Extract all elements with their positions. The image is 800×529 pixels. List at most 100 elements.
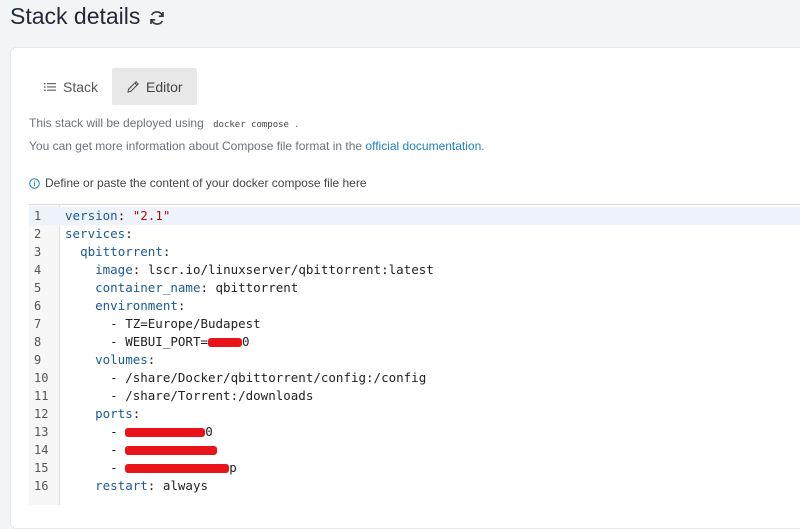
- code-line[interactable]: 6 environment:: [29, 297, 800, 315]
- yaml-separator: :: [132, 262, 148, 277]
- redaction-mark: [208, 338, 242, 347]
- code-text: image: lscr.io/linuxserver/qbittorrent:l…: [65, 261, 434, 279]
- yaml-separator: :: [147, 352, 156, 367]
- line-number: 3: [34, 245, 42, 259]
- code-line[interactable]: 1 version: "2.1": [29, 207, 800, 225]
- code-line[interactable]: 10 - /share/Docker/qbittorrent/config:/c…: [29, 369, 800, 387]
- yaml-value: -: [110, 424, 126, 439]
- code-line[interactable]: 15 - p: [29, 459, 800, 477]
- yaml-key: environment: [95, 298, 178, 313]
- official-documentation-link[interactable]: official documentation: [365, 139, 481, 153]
- code-text: - p: [65, 459, 237, 477]
- yaml-value: - TZ=Europe/Budapest: [110, 316, 261, 331]
- code-line[interactable]: 13 - 0: [29, 423, 800, 441]
- code-line[interactable]: 5 container_name: qbittorrent: [29, 279, 800, 297]
- yaml-value-tail: p: [229, 460, 237, 475]
- redaction-mark: [125, 446, 218, 455]
- code-text: version: "2.1": [65, 207, 170, 225]
- line-number: 7: [34, 317, 42, 331]
- refresh-icon[interactable]: [148, 9, 166, 27]
- yaml-value: lscr.io/linuxserver/qbittorrent:latest: [147, 262, 434, 277]
- stack-tabs: Stack Editor: [29, 68, 197, 105]
- info-circle-icon: [29, 177, 40, 189]
- yaml-string: "2.1": [132, 208, 171, 223]
- yaml-value: -: [110, 442, 126, 457]
- yaml-value: -: [110, 460, 126, 475]
- code-line[interactable]: 12 ports:: [29, 405, 800, 423]
- yaml-value-tail: 0: [242, 334, 250, 349]
- code-text: ports:: [65, 405, 140, 423]
- code-line[interactable]: 7 - TZ=Europe/Budapest: [29, 315, 800, 333]
- code-line[interactable]: 9 volumes:: [29, 351, 800, 369]
- list-icon: [43, 80, 57, 94]
- line-number: 2: [34, 227, 42, 241]
- line-number: 9: [34, 353, 42, 367]
- tab-stack-label: Stack: [63, 78, 99, 95]
- compose-editor[interactable]: 1 version: "2.1" 2 services: 3 qbittorrent: 4…: [29, 204, 800, 505]
- yaml-value: always: [162, 478, 209, 493]
- editor-hint-text: Define or paste the content of your dock…: [45, 176, 367, 190]
- deploy-info-prefix: This stack will be deployed using: [29, 116, 204, 130]
- line-number: 11: [34, 389, 49, 403]
- tab-stack[interactable]: Stack: [29, 68, 112, 105]
- page-title: Stack details: [10, 2, 141, 29]
- line-number: 16: [34, 479, 49, 493]
- editor-hint: Define or paste the content of your dock…: [29, 176, 367, 190]
- line-number: 10: [34, 371, 49, 385]
- line-number: 15: [34, 461, 49, 475]
- yaml-separator: :: [117, 208, 133, 223]
- deploy-info-suffix: .: [294, 116, 299, 130]
- code-text: - WEBUI_PORT= 0: [65, 333, 250, 351]
- code-line[interactable]: 11 - /share/Torrent:/downloads: [29, 387, 800, 405]
- yaml-separator: :: [177, 298, 186, 313]
- code-line[interactable]: 14 -: [29, 441, 800, 459]
- yaml-separator: :: [125, 226, 133, 241]
- tab-editor-label: Editor: [146, 78, 183, 95]
- code-text: container_name: qbittorrent: [65, 279, 298, 297]
- yaml-key: volumes: [95, 352, 148, 367]
- yaml-key: qbittorrent: [80, 244, 163, 259]
- code-text: environment:: [65, 297, 185, 315]
- line-number: 8: [34, 335, 42, 349]
- line-number: 14: [34, 443, 49, 457]
- line-number: 13: [34, 425, 49, 439]
- yaml-separator: :: [147, 478, 163, 493]
- code-text: services:: [65, 225, 133, 243]
- yaml-value: - WEBUI_PORT=: [110, 334, 208, 349]
- yaml-value: - /share/Docker/qbittorrent/config:/conf…: [110, 370, 427, 385]
- yaml-value: - /share/Torrent:/downloads: [110, 388, 314, 403]
- code-line[interactable]: 3 qbittorrent:: [29, 243, 800, 261]
- code-line[interactable]: 2 services:: [29, 225, 800, 243]
- code-text: -: [65, 441, 218, 459]
- yaml-key: restart: [95, 478, 148, 493]
- documentation-info: You can get more information about Compo…: [29, 139, 485, 153]
- yaml-separator: :: [162, 244, 171, 259]
- code-line[interactable]: 4 image: lscr.io/linuxserver/qbittorrent…: [29, 261, 800, 279]
- code-line[interactable]: 16 restart: always: [29, 477, 800, 495]
- stack-details-card: Stack Editor This stack will be deployed…: [10, 47, 800, 529]
- yaml-separator: :: [200, 280, 216, 295]
- tab-editor[interactable]: Editor: [112, 68, 197, 105]
- code-text: qbittorrent:: [65, 243, 170, 261]
- pencil-icon: [126, 80, 140, 94]
- line-number: 6: [34, 299, 42, 313]
- code-text: volumes:: [65, 351, 155, 369]
- deploy-info-code: docker compose: [213, 120, 289, 130]
- code-line[interactable]: 8 - WEBUI_PORT= 0: [29, 333, 800, 351]
- yaml-separator: :: [132, 406, 141, 421]
- code-text: - 0: [65, 423, 213, 441]
- code-text: restart: always: [65, 477, 208, 495]
